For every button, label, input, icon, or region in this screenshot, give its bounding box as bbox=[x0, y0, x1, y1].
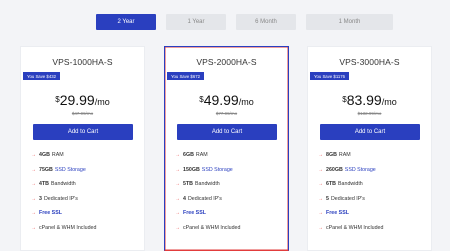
plan-name: VPS-3000HA-S bbox=[339, 57, 400, 67]
arrow-right-icon: → bbox=[318, 166, 323, 173]
arrow-right-icon: → bbox=[175, 166, 180, 173]
plan-card-vps-1000ha-s: VPS-1000HA-S You Save $432 $29.99/mo $47… bbox=[20, 46, 145, 251]
feature-ram: → 6GB RAM bbox=[175, 152, 208, 159]
feature-storage: → 150GB SSD Storage bbox=[175, 166, 233, 173]
tab-1-month[interactable]: 1 Month bbox=[306, 14, 393, 30]
arrow-right-icon: → bbox=[318, 210, 323, 217]
arrow-right-icon: → bbox=[175, 152, 180, 159]
feature-list: → 4GB RAM → 75GB SSD Storage → 4TB Bandwidth →… bbox=[31, 148, 138, 235]
feature-cpanel: → cPanel & WHM Included bbox=[31, 224, 97, 231]
feature-dedicated-ips: → 5 Dedicated IP's bbox=[318, 195, 365, 202]
save-badge: You Save $432 bbox=[23, 72, 60, 80]
old-price: $47.99/mo bbox=[71, 111, 94, 116]
arrow-right-icon: → bbox=[31, 166, 36, 173]
plan-name: VPS-1000HA-S bbox=[52, 57, 113, 67]
feature-cpanel: → cPanel & WHM Included bbox=[318, 224, 384, 231]
feature-dedicated-ips: → 4 Dedicated IP's bbox=[175, 195, 222, 202]
plan-card-vps-2000ha-s: VPS-2000HA-S You Save $672 $49.99/mo $77… bbox=[164, 46, 289, 251]
price: $49.99/mo bbox=[165, 92, 288, 110]
price: $29.99/mo bbox=[21, 92, 144, 110]
add-to-cart-button[interactable]: Add to Cart bbox=[177, 124, 277, 140]
feature-free-ssl: → Free SSL bbox=[175, 210, 206, 217]
arrow-right-icon: → bbox=[175, 195, 180, 202]
feature-bandwidth: → 6TB Bandwidth bbox=[318, 181, 363, 188]
price-period: /mo bbox=[238, 97, 254, 107]
plan-card-vps-3000ha-s: VPS-3000HA-S You Save $1176 $83.99/mo $1… bbox=[307, 46, 432, 251]
old-price: $77.99/mo bbox=[215, 111, 238, 116]
price-amount: 49.99 bbox=[203, 92, 239, 108]
price-amount: 29.99 bbox=[59, 92, 95, 108]
tab-1-year[interactable]: 1 Year bbox=[166, 14, 226, 30]
arrow-right-icon: → bbox=[318, 152, 323, 159]
tab-6-month[interactable]: 6 Month bbox=[236, 14, 296, 30]
feature-ram: → 4GB RAM bbox=[31, 152, 64, 159]
arrow-right-icon: → bbox=[175, 181, 180, 188]
feature-ram: → 8GB RAM bbox=[318, 152, 351, 159]
feature-storage: → 75GB SSD Storage bbox=[31, 166, 86, 173]
billing-period-tabs: 2 Year 1 Year 6 Month 1 Month bbox=[96, 14, 393, 30]
currency-symbol: $ bbox=[199, 95, 204, 104]
currency-symbol: $ bbox=[55, 95, 60, 104]
price-amount: 83.99 bbox=[346, 92, 382, 108]
feature-bandwidth: → 4TB Bandwidth bbox=[31, 181, 76, 188]
add-to-cart-button[interactable]: Add to Cart bbox=[320, 124, 420, 140]
feature-cpanel: → cPanel & WHM Included bbox=[175, 224, 241, 231]
feature-list: → 8GB RAM → 260GB SSD Storage → 6TB Bandwidth … bbox=[318, 148, 425, 235]
plan-name: VPS-2000HA-S bbox=[196, 57, 257, 67]
save-badge: You Save $1176 bbox=[310, 72, 350, 80]
feature-storage: → 260GB SSD Storage bbox=[318, 166, 376, 173]
arrow-right-icon: → bbox=[31, 195, 36, 202]
feature-free-ssl: → Free SSL bbox=[31, 210, 62, 217]
arrow-right-icon: → bbox=[31, 181, 36, 188]
arrow-right-icon: → bbox=[31, 152, 36, 159]
currency-symbol: $ bbox=[342, 95, 347, 104]
feature-free-ssl: → Free SSL bbox=[318, 210, 349, 217]
price-period: /mo bbox=[94, 97, 110, 107]
arrow-right-icon: → bbox=[318, 181, 323, 188]
tab-2-year[interactable]: 2 Year bbox=[96, 14, 156, 30]
arrow-right-icon: → bbox=[31, 224, 36, 231]
old-price: $132.99/mo bbox=[357, 111, 382, 116]
arrow-right-icon: → bbox=[318, 195, 323, 202]
arrow-right-icon: → bbox=[175, 224, 180, 231]
feature-dedicated-ips: → 3 Dedicated IP's bbox=[31, 195, 78, 202]
add-to-cart-button[interactable]: Add to Cart bbox=[33, 124, 133, 140]
feature-list: → 6GB RAM → 150GB SSD Storage → 5TB Bandwidth … bbox=[175, 148, 282, 235]
feature-bandwidth: → 5TB Bandwidth bbox=[175, 181, 220, 188]
arrow-right-icon: → bbox=[31, 210, 36, 217]
price-period: /mo bbox=[381, 97, 397, 107]
price: $83.99/mo bbox=[308, 92, 431, 110]
save-badge: You Save $672 bbox=[167, 72, 204, 80]
arrow-right-icon: → bbox=[318, 224, 323, 231]
arrow-right-icon: → bbox=[175, 210, 180, 217]
